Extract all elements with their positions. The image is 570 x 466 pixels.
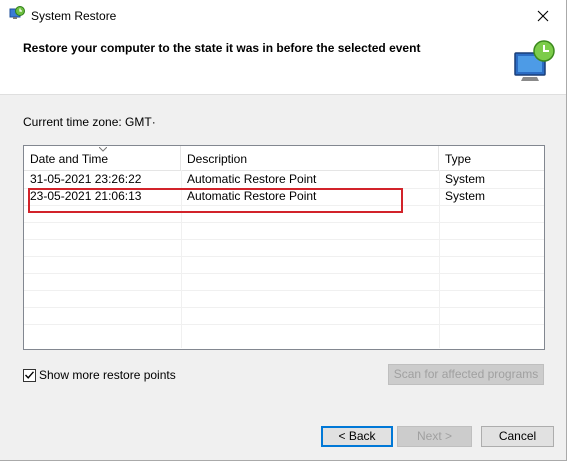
column-header-description[interactable]: Description bbox=[181, 146, 439, 170]
table-row[interactable]: 31-05-2021 23:26:22 Automatic Restore Po… bbox=[24, 171, 544, 188]
close-button[interactable] bbox=[520, 0, 566, 31]
show-more-label: Show more restore points bbox=[39, 368, 176, 382]
timezone-label: Current time zone: GMT· bbox=[23, 115, 156, 129]
column-header-type-label: Type bbox=[445, 152, 472, 166]
grid-line bbox=[24, 324, 544, 325]
back-button[interactable]: < Back bbox=[321, 426, 393, 447]
content-area: Current time zone: GMT· Date and Time De… bbox=[0, 94, 566, 411]
row-description: Automatic Restore Point bbox=[187, 189, 317, 203]
grid-line bbox=[24, 239, 544, 240]
list-header: Date and Time Description Type bbox=[24, 146, 544, 171]
grid-line bbox=[24, 290, 544, 291]
system-restore-icon bbox=[9, 6, 25, 19]
grid-line bbox=[24, 273, 544, 274]
column-header-date[interactable]: Date and Time bbox=[24, 146, 181, 170]
table-row[interactable]: 23-05-2021 21:06:13 Automatic Restore Po… bbox=[24, 188, 544, 205]
row-type: System bbox=[445, 172, 486, 186]
row-date: 23-05-2021 21:06:13 bbox=[30, 189, 142, 203]
row-type: System bbox=[445, 189, 486, 203]
column-header-type[interactable]: Type bbox=[439, 146, 543, 170]
window-title: System Restore bbox=[31, 9, 117, 23]
cancel-button[interactable]: Cancel bbox=[481, 426, 554, 447]
wizard-header: Restore your computer to the state it wa… bbox=[0, 31, 566, 94]
row-date: 31-05-2021 23:26:22 bbox=[30, 172, 142, 186]
column-header-date-label: Date and Time bbox=[30, 152, 109, 166]
sort-down-icon bbox=[99, 147, 107, 152]
grid-line bbox=[24, 222, 544, 223]
show-more-checkbox[interactable] bbox=[23, 368, 36, 382]
wizard-footer: < Back Next > Cancel bbox=[0, 410, 566, 460]
restore-point-list[interactable]: Date and Time Description Type 31-05-202… bbox=[23, 145, 545, 350]
grid-line bbox=[24, 307, 544, 308]
checkmark-icon bbox=[25, 371, 34, 379]
grid-line bbox=[24, 205, 544, 206]
page-heading: Restore your computer to the state it wa… bbox=[23, 41, 421, 55]
row-description: Automatic Restore Point bbox=[187, 172, 317, 186]
close-icon bbox=[537, 10, 549, 21]
system-restore-window: System Restore Restore your computer to … bbox=[0, 0, 567, 461]
system-restore-icon bbox=[514, 40, 555, 81]
grid-line bbox=[24, 256, 544, 257]
show-more-restore-points[interactable]: Show more restore points bbox=[23, 367, 176, 383]
next-button[interactable]: Next > bbox=[397, 426, 472, 447]
scan-affected-programs-button[interactable]: Scan for affected programs bbox=[388, 364, 544, 385]
column-header-description-label: Description bbox=[187, 152, 248, 166]
title-bar: System Restore bbox=[0, 0, 566, 31]
